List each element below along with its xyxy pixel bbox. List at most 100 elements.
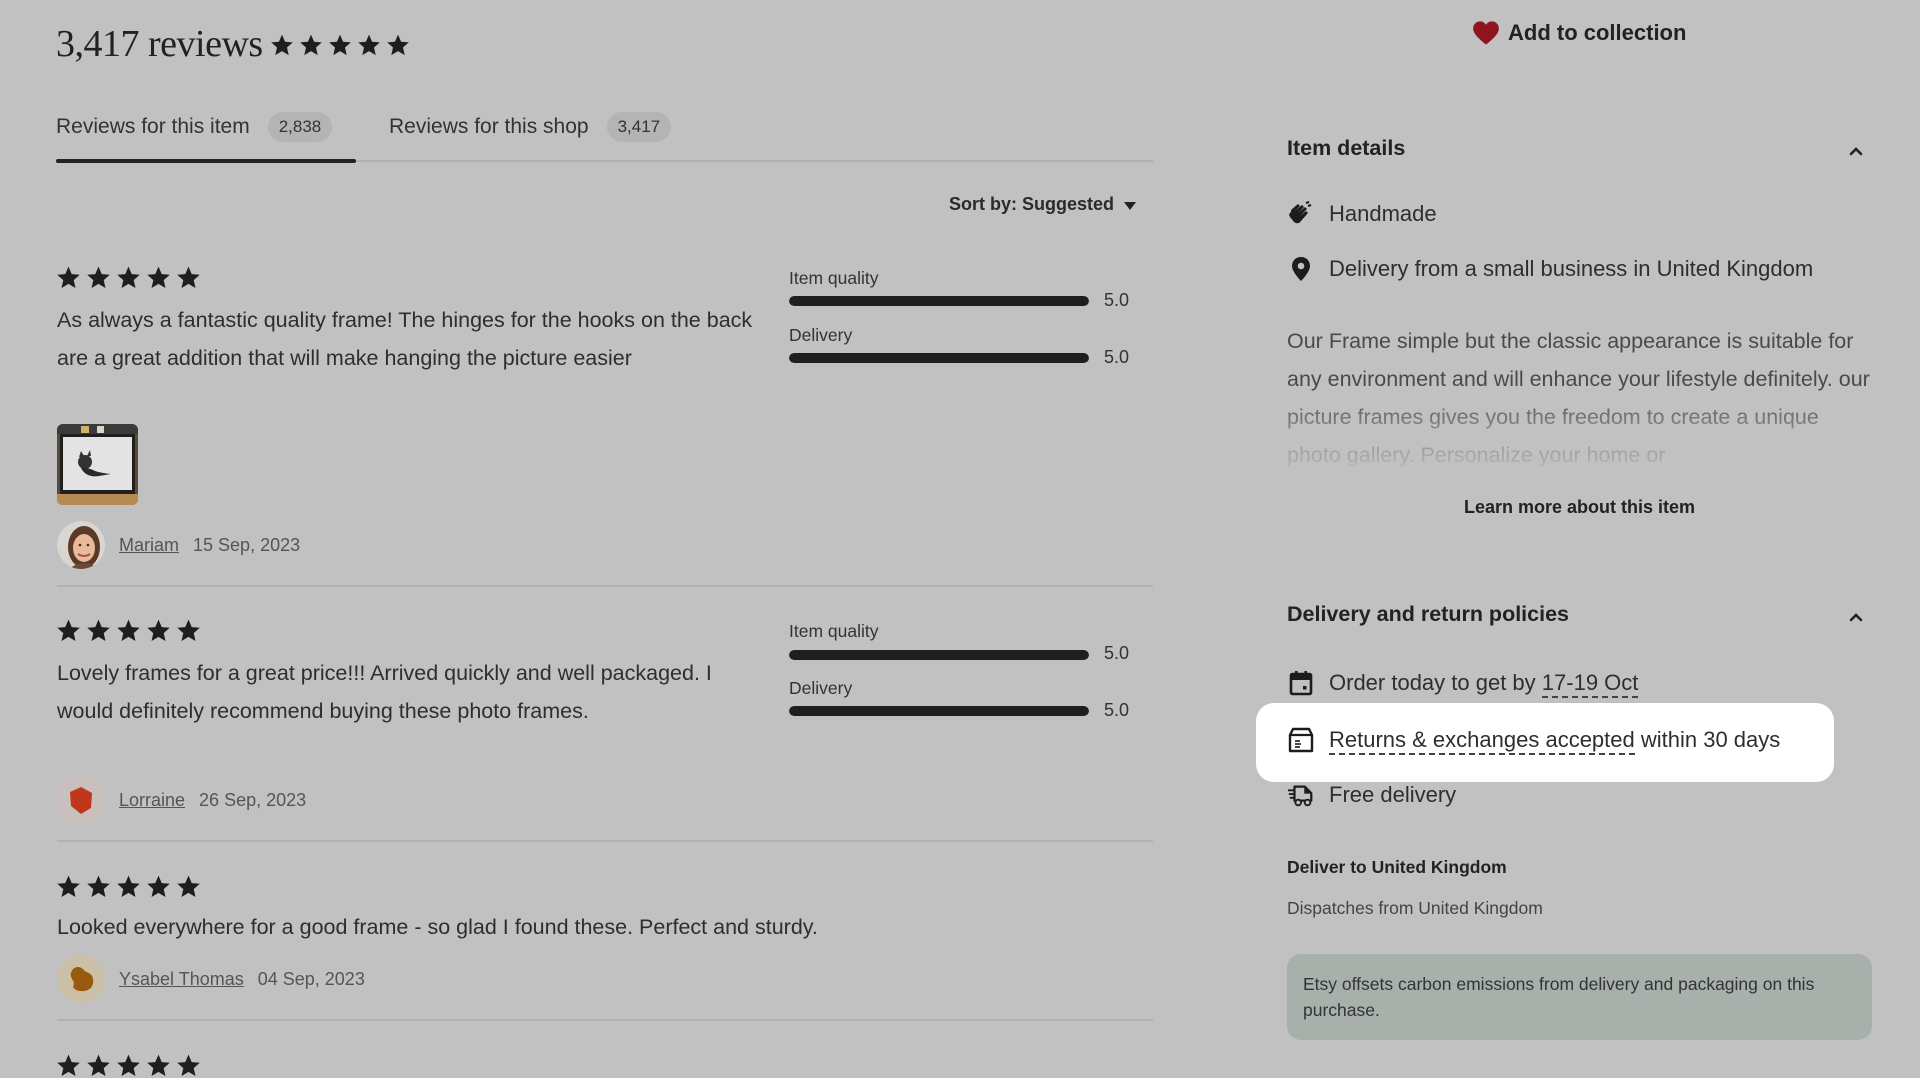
sub-rating-value: 5.0	[1104, 347, 1130, 367]
sub-rating-label: Delivery	[789, 678, 853, 698]
review-divider	[57, 585, 1153, 587]
star-icon	[328, 33, 352, 57]
avatar-photo	[57, 521, 105, 569]
reviewer-name-link[interactable]: Ysabel Thomas	[119, 969, 244, 990]
review-photo-image	[57, 424, 138, 505]
star-icon	[116, 265, 141, 290]
star-icon	[116, 618, 141, 643]
star-icon	[176, 265, 201, 290]
hand-icon	[1287, 200, 1315, 228]
avatar[interactable]	[57, 521, 105, 569]
free-delivery-row: Free delivery	[1287, 781, 1456, 809]
detail-label: Delivery from a small business in United…	[1329, 256, 1814, 281]
detail-label: Handmade	[1329, 201, 1437, 226]
item-details-toggle[interactable]	[1849, 143, 1863, 161]
star-icon	[146, 1053, 171, 1078]
star-icon	[86, 1053, 111, 1078]
tab-count-badge: 3,417	[606, 112, 672, 142]
sort-label: Sort by: Suggested	[949, 194, 1115, 214]
star-icon	[386, 33, 410, 57]
returns-suffix: within 30 days	[1634, 727, 1781, 752]
avatar-shape	[57, 776, 105, 824]
item-description: Our Frame simple but the classic appeara…	[1287, 329, 1870, 467]
delivery-policies-heading: Delivery and return policies	[1287, 602, 1569, 626]
star-icon	[176, 1053, 201, 1078]
sub-rating-label: Item quality	[789, 621, 879, 641]
location-pin-icon	[1287, 255, 1315, 283]
reviewer-name-link[interactable]: Mariam	[119, 535, 179, 556]
review-date: 04 Sep, 2023	[257, 968, 365, 989]
star-icon	[116, 874, 141, 899]
review-divider	[57, 1019, 1153, 1021]
avatar[interactable]	[57, 776, 105, 824]
sub-rating-value: 5.0	[1104, 643, 1130, 663]
chevron-up-icon	[1849, 147, 1863, 156]
tab-label: Reviews for this shop	[389, 115, 589, 138]
item-quality-bar	[789, 296, 1089, 306]
chevron-up-icon	[1849, 613, 1863, 622]
sub-rating-label: Delivery	[789, 325, 853, 345]
star-icon	[86, 874, 111, 899]
active-tab-indicator	[56, 159, 356, 163]
reviewer-name-link[interactable]: Lorraine	[119, 790, 185, 811]
star-icon	[176, 874, 201, 899]
dispatches-from-label: Dispatches from United Kingdom	[1287, 898, 1543, 918]
free-delivery-label: Free delivery	[1329, 782, 1457, 807]
review-rating-stars	[56, 265, 201, 290]
star-icon	[86, 618, 111, 643]
tab-reviews-for-item[interactable]: Reviews for this item 2,838	[56, 112, 333, 142]
star-icon	[146, 265, 171, 290]
overall-rating-stars	[270, 33, 410, 57]
star-icon	[270, 33, 294, 57]
bar-fill	[789, 296, 1089, 306]
learn-more-button[interactable]: Learn more about this item	[1287, 497, 1872, 518]
delivery-bar	[789, 706, 1089, 716]
star-icon	[116, 1053, 141, 1078]
star-icon	[146, 618, 171, 643]
review-rating-stars	[56, 1053, 201, 1078]
delivery-estimate-row: Order today to get by 17-19 Oct	[1287, 669, 1639, 698]
delivery-estimate-text: Order today to get by 17-19 Oct	[1329, 670, 1639, 698]
review-text: Lovely frames for a great price!!! Arriv…	[57, 661, 712, 723]
delivery-policies-toggle[interactable]	[1849, 609, 1863, 627]
review-rating-stars	[56, 618, 201, 643]
reviewer-info: Mariam 15 Sep, 2023	[57, 521, 300, 569]
avatar[interactable]	[57, 955, 105, 1003]
star-icon	[299, 33, 323, 57]
bar-fill	[789, 353, 1089, 363]
caret-down-icon	[1124, 201, 1137, 210]
review-date: 15 Sep, 2023	[193, 534, 301, 555]
tab-reviews-for-shop[interactable]: Reviews for this shop 3,417	[389, 112, 672, 142]
tab-count-badge: 2,838	[267, 112, 333, 142]
sub-rating-value: 5.0	[1104, 700, 1130, 720]
review-rating-stars	[56, 874, 201, 899]
review-photo[interactable]	[57, 424, 138, 505]
bar-fill	[789, 650, 1089, 660]
returns-box-icon	[1287, 726, 1315, 754]
review-divider	[57, 840, 1153, 842]
sort-dropdown[interactable]: Sort by: Suggested	[949, 194, 1137, 215]
star-icon	[357, 33, 381, 57]
reviewer-info: Ysabel Thomas 04 Sep, 2023	[57, 955, 365, 1003]
review-tabs: Reviews for this item 2,838 Reviews for …	[56, 104, 1153, 163]
star-icon	[56, 618, 81, 643]
sub-rating-value: 5.0	[1104, 290, 1130, 310]
tab-label: Reviews for this item	[56, 115, 250, 138]
detail-row-location: Delivery from a small business in United…	[1287, 255, 1813, 283]
star-icon	[176, 618, 201, 643]
order-prefix: Order today to get by	[1329, 670, 1542, 695]
reviews-count-heading: 3,417 reviews	[56, 23, 263, 65]
avatar-shape	[57, 955, 105, 1003]
calendar-icon	[1287, 669, 1315, 697]
review-text: Looked everywhere for a good frame - so …	[57, 915, 818, 939]
returns-policy-link[interactable]: Returns & exchanges accepted	[1329, 727, 1635, 755]
add-to-collection-button[interactable]: Add to collection	[1472, 20, 1686, 46]
star-icon	[56, 874, 81, 899]
item-quality-bar	[789, 650, 1089, 660]
review-date: 26 Sep, 2023	[199, 789, 307, 810]
delivery-date-link[interactable]: 17-19 Oct	[1541, 670, 1639, 698]
add-to-collection-label: Add to collection	[1508, 20, 1687, 45]
bar-fill	[789, 706, 1089, 716]
star-icon	[146, 874, 171, 899]
reviewer-info: Lorraine 26 Sep, 2023	[57, 776, 306, 824]
